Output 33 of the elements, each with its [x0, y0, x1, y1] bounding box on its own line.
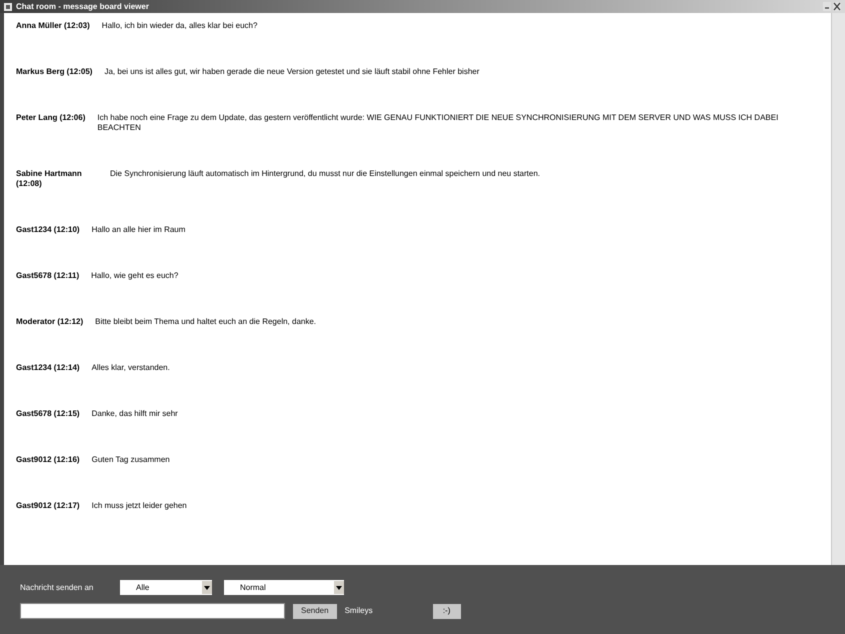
message-sender: Gast1234 (12:10): [16, 225, 80, 235]
message-sender: Anna Müller (12:03): [16, 21, 90, 31]
message-text: Hallo, wie geht es euch?: [91, 271, 180, 281]
message-text: Guten Tag zusammen: [92, 455, 171, 465]
window-title: Chat room - message board viewer: [16, 2, 149, 10]
message-sender: Moderator (12:12): [16, 317, 84, 327]
message-text: Die Synchronisierung läuft automatisch im Hintergrund, du musst nur die Einstellungen einmal speichern und neu starten.: [110, 169, 542, 180]
message-text: Ich muss jetzt leider gehen: [92, 501, 188, 511]
style-dropdown[interactable]: Normal: [224, 580, 344, 595]
smileys-label: Smileys: [344, 605, 374, 617]
message-sender: Gast5678 (12:15): [16, 409, 80, 419]
message-text: Hallo an alle hier im Raum: [92, 225, 186, 235]
window-controls-icon[interactable]: [823, 2, 841, 11]
message-sender: Markus Berg (12:05): [16, 67, 92, 77]
app-icon: [4, 2, 12, 10]
scrollbar[interactable]: [831, 13, 845, 565]
message-sender: Sabine Hartmann (12:08): [16, 169, 83, 189]
message-sender: Gast1234 (12:14): [16, 363, 80, 373]
message-text: Ja, bei uns ist alles gut, wir haben gerade die neue Version getestet und sie läuft stabil ohne Fehler bisher: [104, 67, 480, 77]
send-button[interactable]: Senden: [293, 604, 337, 618]
message-text: Alles klar, verstanden.: [92, 363, 171, 373]
recipient-label: Nachricht senden an: [20, 582, 94, 594]
message-sender: Gast5678 (12:11): [16, 271, 80, 281]
recipient-dropdown[interactable]: Alle: [120, 580, 212, 595]
smiley-button[interactable]: :-): [432, 604, 461, 618]
message-sender: Peter Lang (12:06): [16, 113, 86, 124]
message-text: Hallo, ich bin wieder da, alles klar bei euch?: [102, 21, 258, 31]
message-sender: Gast9012 (12:17): [16, 501, 80, 511]
message-text: Danke, das hilft mir sehr: [92, 409, 179, 419]
message-text: Ich habe noch eine Frage zu dem Update, das gestern veröffentlicht wurde: WIE GENAU FUNKTIONIERT DIE NEUE SYNCHRONISIERUNG MIT DEM SERVER UND WAS MUSS ICH DABEI BEACHTEN: [97, 113, 780, 133]
message-sender: Gast9012 (12:16): [16, 455, 80, 465]
message-input[interactable]: [20, 603, 285, 619]
message-text: Bitte bleibt beim Thema und haltet euch an die Regeln, danke.: [95, 317, 318, 327]
